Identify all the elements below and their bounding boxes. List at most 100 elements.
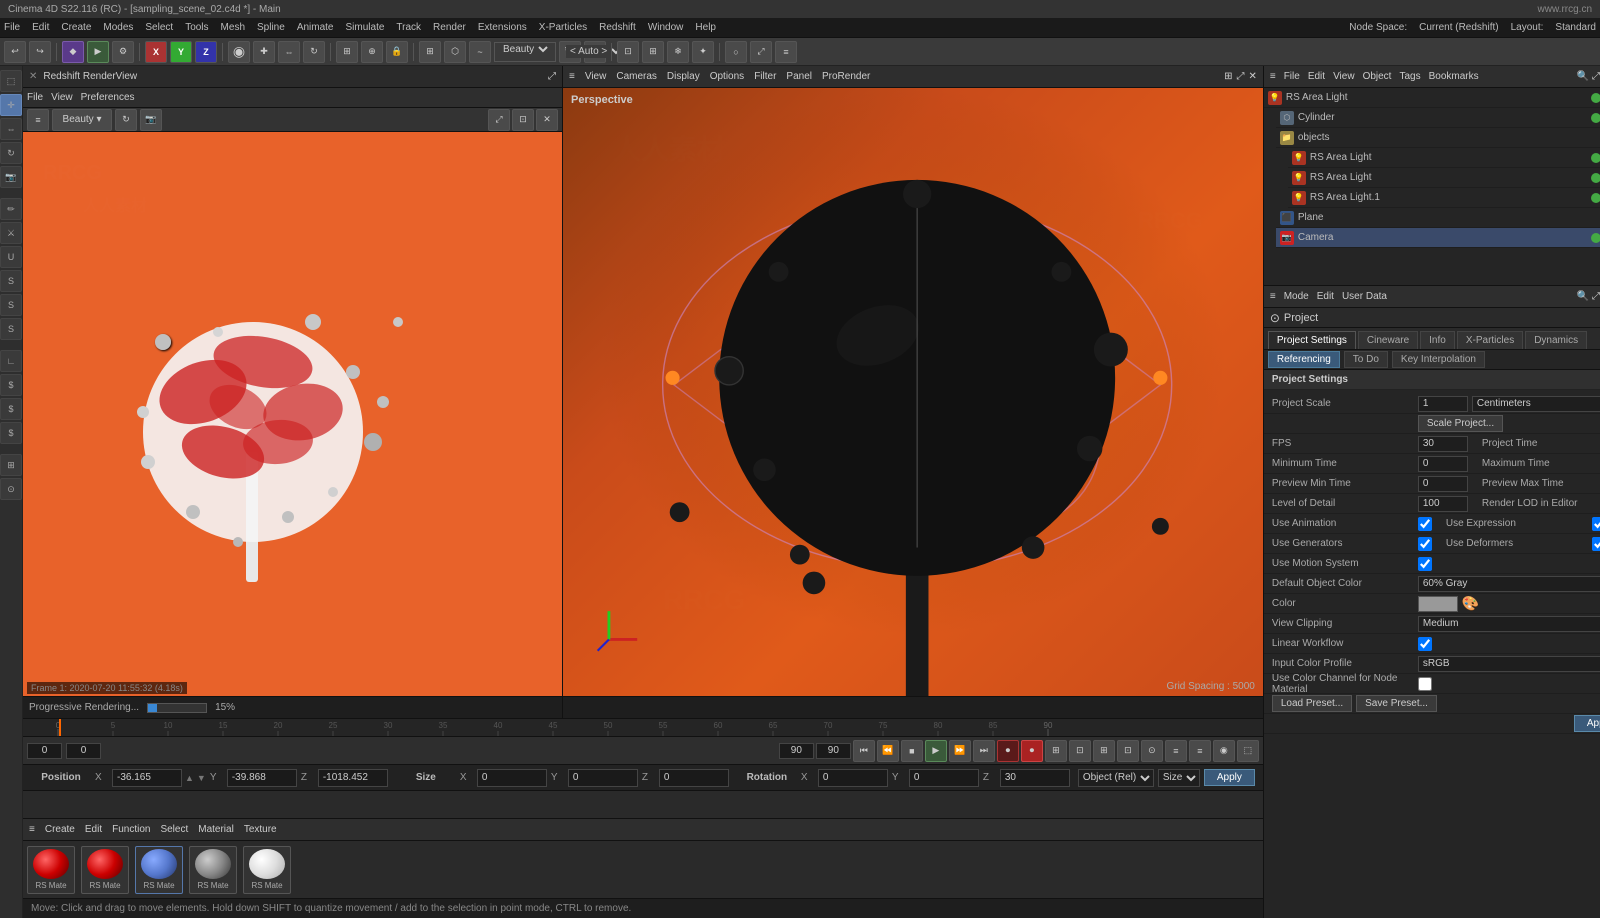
pv-canvas[interactable]: Perspective 人人素材 RRCG RRCG [563,88,1263,696]
obj-row-rs-light-1[interactable]: 💡 RS Area Light.1 [1288,188,1600,208]
scale-project-btn[interactable]: Scale Project... [1418,415,1503,432]
tab-project-settings[interactable]: Project Settings [1268,331,1356,349]
menu-edit[interactable]: Edit [32,22,49,33]
linear-wf-checkbox[interactable] [1418,637,1432,651]
mat-menu-select[interactable]: Select [160,824,188,835]
rl1-vis-1[interactable] [1591,193,1600,203]
play-end-btn[interactable]: ⏭ [973,740,995,762]
obj-row-rs-light-2[interactable]: 💡 RS Area Light [1288,148,1600,168]
menu-redshift[interactable]: Redshift [599,22,636,33]
rot-x-input[interactable] [818,769,888,787]
om-expand-icon[interactable]: ⤢ [1592,71,1600,82]
om-menu-tags[interactable]: Tags [1399,71,1420,82]
size-y-input[interactable] [568,769,638,787]
deform-btn[interactable]: ~ [469,41,491,63]
material-item-2[interactable]: RS Mate [135,846,183,894]
ps-unit-select[interactable]: Centimeters [1472,396,1600,412]
layout2-btn[interactable]: ⊞ [642,41,664,63]
menu-file[interactable]: File [4,22,20,33]
cam-vis-1[interactable] [1591,233,1600,243]
pv-menu-filter[interactable]: Filter [754,71,776,82]
tool-magnet[interactable]: U [0,246,22,268]
render-view-expand[interactable]: ⤢ [548,71,556,82]
obj-row-rs-light-3[interactable]: 💡 RS Area Light [1288,168,1600,188]
subtab-key-interp[interactable]: Key Interpolation [1392,351,1485,368]
om-hamburger[interactable]: ≡ [1270,71,1276,82]
rv-tb-close2[interactable]: ✕ [536,109,558,131]
material-item-1[interactable]: RS Mate [81,846,129,894]
am-menu-userdata[interactable]: User Data [1342,291,1387,302]
mode-z-btn[interactable]: Z [195,41,217,63]
pos-y-input[interactable]: -39.868 [227,769,297,787]
lod-input[interactable] [1418,496,1468,512]
wire-btn[interactable]: ⬡ [444,41,466,63]
auto-dropdown-btn[interactable]: < Auto > [584,41,606,63]
pv-icon-1[interactable]: ⊞ [1224,71,1232,82]
def-color-select[interactable]: 60% Gray [1418,576,1600,592]
pv-menu-view[interactable]: View [585,71,607,82]
om-search-icon[interactable]: 🔍 [1577,71,1589,82]
menu-track[interactable]: Track [396,22,421,33]
timeline-extra-4[interactable]: ⊡ [1117,740,1139,762]
tool-s3[interactable]: S [0,318,22,340]
move-btn[interactable]: ✚ [253,41,275,63]
rv-tb-refresh[interactable]: ↻ [115,109,137,131]
tool-null[interactable]: ⊙ [0,478,22,500]
tool-dollar2[interactable]: $ [0,398,22,420]
tab-info[interactable]: Info [1420,331,1455,349]
timeline-end-2[interactable] [816,743,851,759]
pos-x-input[interactable]: -36.165 [112,769,182,787]
timeline-extra-8[interactable]: ◉ [1213,740,1235,762]
rv-tb-fit[interactable]: ⊡ [512,109,534,131]
menu-extensions[interactable]: Extensions [478,22,527,33]
ps-input[interactable] [1418,396,1468,412]
use-expr-checkbox[interactable] [1592,517,1600,531]
layout1-btn[interactable]: ⊡ [617,41,639,63]
scale-btn[interactable]: ⇔ [278,41,300,63]
rv-tb-beauty[interactable]: Beauty ▾ [52,109,112,131]
expand-btn[interactable]: ⤢ [750,41,772,63]
auto-select[interactable]: < Auto > [566,45,624,58]
am-search-icon[interactable]: 🔍 [1577,291,1589,302]
menu-spline[interactable]: Spline [257,22,285,33]
prev-min-input[interactable] [1418,476,1468,492]
undo-btn[interactable]: ↩ [4,41,26,63]
am-menu-mode[interactable]: Mode [1284,291,1309,302]
axis-btn[interactable]: ⊕ [361,41,383,63]
tool-camera[interactable]: 📷 [0,166,22,188]
material-item-3[interactable]: RS Mate [189,846,237,894]
timeline-marker[interactable] [59,719,61,736]
timeline-extra-9[interactable]: ⬚ [1237,740,1259,762]
fps-input[interactable] [1418,436,1468,452]
mode-x-btn[interactable]: X [145,41,167,63]
om-menu-object[interactable]: Object [1363,71,1392,82]
subtab-todo[interactable]: To Do [1344,351,1388,368]
min-time-input[interactable] [1418,456,1468,472]
pos-z-input[interactable]: -1018.452 [318,769,388,787]
play-btn[interactable]: ▶ [925,740,947,762]
tool-pen[interactable]: ✏ [0,198,22,220]
mat-menu-texture[interactable]: Texture [244,824,277,835]
obj-row-cylinder[interactable]: ⬡ Cylinder [1276,108,1600,128]
use-anim-checkbox[interactable] [1418,517,1432,531]
tool-dollar3[interactable]: $ [0,422,22,444]
circle-btn[interactable]: ○ [725,41,747,63]
tab-cineware[interactable]: Cineware [1358,331,1418,349]
settings-btn[interactable]: ⚙ [112,41,134,63]
play-start-btn[interactable]: ⏮ [853,740,875,762]
pos-x-arrow-down[interactable]: ▼ [197,773,206,783]
tab-xparticles[interactable]: X-Particles [1457,331,1523,349]
grid-btn[interactable]: ⊞ [419,41,441,63]
pv-icon-2[interactable]: ⤢ [1236,71,1244,82]
tool-brush[interactable]: S [0,270,22,292]
om-menu-edit[interactable]: Edit [1308,71,1325,82]
size-z-input[interactable] [659,769,729,787]
pv-menu-options[interactable]: Options [710,71,744,82]
rl3-vis-1[interactable] [1591,173,1600,183]
color-swatch[interactable] [1418,596,1458,612]
menu-modes[interactable]: Modes [103,22,133,33]
timeline-ruler[interactable]: 0 5 10 15 20 25 30 35 [23,719,1263,737]
tool-knife[interactable]: ⚔ [0,222,22,244]
extra-btn[interactable]: ≡ [775,41,797,63]
obj-row-camera[interactable]: 📷 Camera [1276,228,1600,248]
